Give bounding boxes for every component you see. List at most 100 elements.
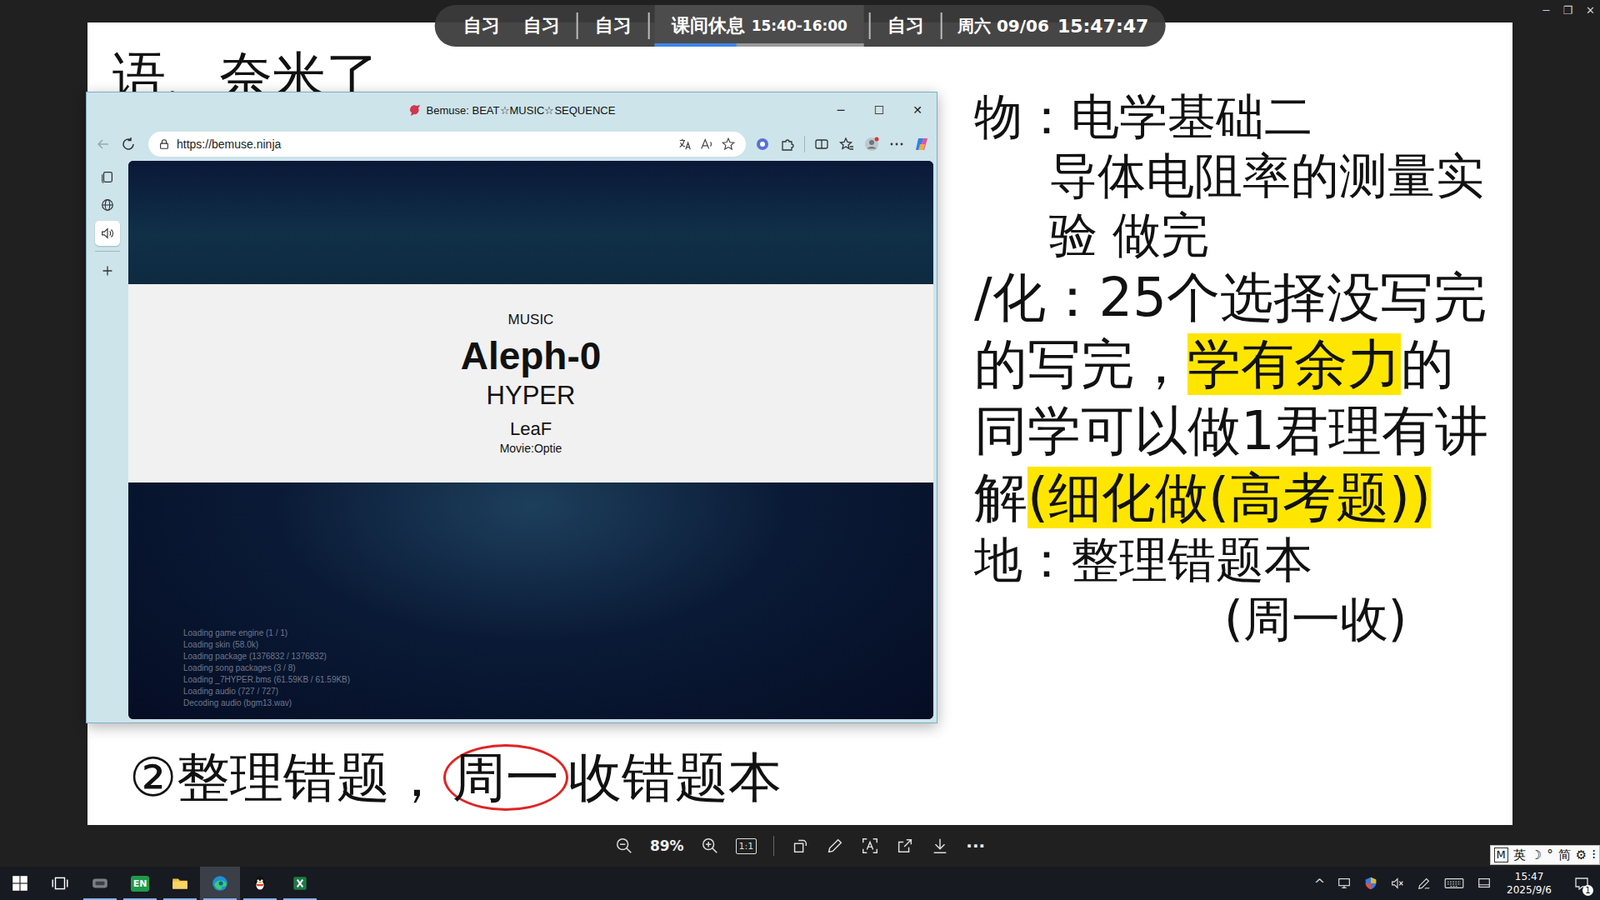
copilot-icon[interactable] — [913, 135, 930, 153]
taskbar-edge-button[interactable] — [200, 866, 240, 900]
url-text: https://bemuse.ninja — [176, 137, 671, 151]
window-control-button[interactable]: ☐ — [860, 92, 899, 128]
note-line: 地：整理错题本 — [974, 530, 1503, 590]
viewer-toolbar: 89% 1:1 ··· — [0, 825, 1600, 867]
window-control-button[interactable]: ✕ — [1585, 1, 1595, 20]
clock[interactable]: 15:472025/9/6 — [1503, 870, 1555, 897]
ime-key[interactable]: 简 — [1558, 846, 1571, 864]
address-bar[interactable]: https://bemuse.ninja — [148, 131, 746, 157]
zoom-level[interactable]: 89% — [650, 837, 685, 855]
note-segment: 导体电阻率的测量实验 做完 — [1049, 147, 1485, 264]
profile-icon[interactable] — [863, 135, 880, 153]
rotate-icon[interactable] — [790, 836, 810, 855]
separator — [804, 135, 805, 153]
schedule-item: 课间休息15:40-16:00 — [655, 5, 865, 47]
song-info-band: MUSICAleph-0HYPERLeaFMovie:Optie — [128, 284, 934, 483]
taskbar: EN ^ 15:472025/9/6 1 — [0, 866, 1600, 900]
reload-icon[interactable] — [120, 135, 137, 153]
favorite-star-icon[interactable] — [720, 136, 736, 152]
loading-line: Loading audio (727 / 727) — [183, 685, 934, 698]
loading-log: Loading game engine (1 / 1)Loading skin … — [183, 627, 934, 710]
pen-workspace-icon[interactable] — [1416, 875, 1432, 891]
taskbar-qq-button[interactable] — [240, 866, 280, 900]
ime-bar: M英☽°简⚙⁝ — [1490, 845, 1600, 865]
text-select-icon[interactable] — [860, 836, 880, 855]
network-icon[interactable] — [1336, 875, 1352, 891]
schedule-label: 自习 — [463, 13, 500, 39]
schedule-item: 自习 — [451, 5, 512, 47]
sidebar-sound-button[interactable] — [95, 220, 120, 246]
extension-icon[interactable] — [754, 135, 771, 153]
system-tray: ^ 15:472025/9/6 1 — [1314, 866, 1600, 900]
ime-key[interactable]: ⁝ — [1591, 846, 1596, 864]
window-control-button[interactable]: ─ — [1543, 1, 1550, 20]
edge-icon — [210, 874, 230, 893]
window-controls: ─ ❐ ✕ — [1543, 1, 1595, 20]
note-text: ②整理错题，周一收错题本 — [129, 745, 975, 810]
sidebar-tabs-button[interactable] — [95, 164, 120, 190]
download-icon[interactable] — [930, 836, 950, 855]
song-category: MUSIC — [508, 311, 555, 329]
ime-key[interactable]: ☽ — [1530, 846, 1542, 864]
schedule-item: 自习 — [583, 5, 644, 47]
read-aloud-icon[interactable] — [699, 136, 715, 152]
translate-icon[interactable] — [677, 136, 693, 152]
back-icon[interactable] — [95, 135, 112, 153]
note-line: /化：25个选择没写完的写完，学有余力的同学可以做1君理有讲解(细化做(高考题)… — [974, 264, 1503, 531]
note-segment: (周一收) — [1224, 590, 1407, 648]
task-view-icon — [50, 874, 70, 893]
ime-key[interactable]: ° — [1546, 846, 1554, 864]
more-icon[interactable] — [888, 135, 905, 153]
note-segment: 收错题本 — [568, 746, 782, 809]
loading-line: Decoding audio (bgm13.wav) — [183, 697, 934, 710]
desktop-icon[interactable] — [1476, 875, 1492, 891]
taskbar-start-button[interactable] — [0, 866, 40, 900]
schedule-clock: 15:47:47 — [1057, 15, 1149, 37]
pen-icon[interactable] — [825, 836, 845, 855]
taskbar-en-button[interactable]: EN — [120, 866, 160, 900]
more-button[interactable]: ··· — [965, 835, 985, 856]
split-screen-icon[interactable] — [813, 135, 830, 153]
schedule-label: 自习 — [887, 13, 925, 39]
share-icon[interactable] — [895, 836, 915, 855]
circled-text: 周一 — [443, 744, 569, 811]
zoom-out-icon[interactable] — [615, 836, 634, 855]
bemuse-page: MUSICAleph-0HYPERLeaFMovie:OptieLoading … — [128, 160, 934, 720]
taskbar-app-button[interactable] — [80, 866, 120, 900]
separator — [576, 12, 579, 40]
window-control-button[interactable]: ─ — [821, 92, 860, 128]
favorites-icon[interactable] — [838, 135, 855, 153]
note-line: (周一收) — [974, 590, 1503, 650]
globe-icon — [100, 197, 115, 213]
song-title: Aleph-0 — [460, 333, 602, 380]
schedule-label: 课间休息 — [671, 13, 745, 39]
ime-key[interactable]: 英 — [1513, 846, 1526, 864]
add-icon — [100, 263, 115, 279]
schedule-date: 周六 09/06 — [947, 15, 1058, 38]
title-bar: Bemuse: BEAT☆MUSIC☆SEQUENCE─☐✕ — [86, 92, 937, 128]
taskbar-folder-button[interactable] — [160, 866, 200, 900]
window-control-button[interactable]: ❐ — [1562, 1, 1573, 20]
sidebar-globe-button[interactable] — [95, 192, 120, 218]
touch-keyboard-icon[interactable] — [1443, 875, 1465, 891]
puzzle-icon[interactable] — [779, 135, 796, 153]
tabs-icon — [100, 169, 115, 185]
notification-button[interactable]: 1 — [1566, 866, 1597, 900]
note-segment: 地：整理错题本 — [974, 531, 1313, 589]
clock-date: 2025/9/6 — [1506, 883, 1552, 897]
ime-key[interactable]: ⚙ — [1575, 846, 1587, 864]
zoom-in-icon[interactable] — [700, 836, 720, 855]
sidebar-add-button[interactable] — [95, 250, 120, 285]
window-control-button[interactable]: ✕ — [898, 92, 937, 128]
actual-size-button[interactable]: 1:1 — [735, 838, 758, 855]
speaker-icon — [100, 225, 115, 241]
note-line: 导体电阻率的测量实验 做完 — [974, 146, 1503, 265]
ime-key[interactable]: M — [1494, 847, 1509, 863]
taskbar-taskview-button[interactable] — [40, 866, 80, 900]
security-shield-icon[interactable] — [1363, 875, 1379, 891]
separator — [869, 12, 871, 40]
volume-icon[interactable] — [1390, 875, 1405, 891]
taskbar-excel-button[interactable] — [280, 866, 320, 900]
note-segment: 物：电学基础二 — [974, 88, 1313, 145]
show-hidden-icons-button[interactable]: ^ — [1314, 875, 1325, 892]
